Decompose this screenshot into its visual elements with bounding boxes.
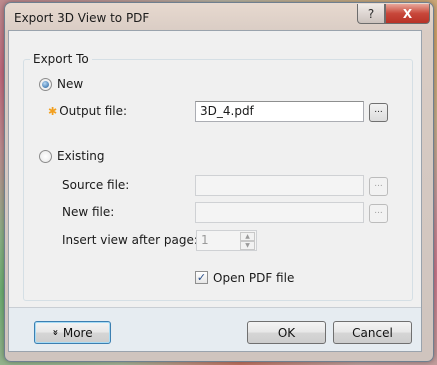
insert-view-value: 1: [201, 233, 209, 247]
existing-radio[interactable]: [39, 149, 52, 163]
output-file-label-row: ✱ Output file:: [48, 104, 127, 118]
cancel-button-label: Cancel: [352, 325, 393, 340]
insert-view-spinbox[interactable]: 1 ▲ ▼: [196, 230, 257, 251]
output-file-label: Output file:: [59, 104, 128, 118]
existing-radio-label: Existing: [57, 149, 105, 163]
more-button-label: More: [62, 325, 93, 340]
checkmark-icon: ✓: [196, 271, 207, 284]
spin-down-icon[interactable]: ▼: [240, 241, 255, 250]
more-button[interactable]: » More: [34, 321, 111, 344]
export-to-group-label: Export To: [30, 52, 92, 66]
open-pdf-checkbox[interactable]: ✓: [195, 271, 208, 284]
new-file-browse-button[interactable]: ...: [369, 204, 388, 223]
title-bar[interactable]: Export 3D View to PDF ? X: [5, 3, 433, 33]
new-file-label: New file:: [62, 205, 115, 219]
new-radio-label: New: [57, 77, 84, 91]
spin-up-icon[interactable]: ▲: [240, 232, 255, 241]
output-file-value: 3D_4.pdf: [200, 104, 254, 118]
help-icon: ?: [367, 6, 375, 21]
source-file-label: Source file:: [62, 178, 130, 192]
existing-radio-option[interactable]: Existing: [39, 149, 105, 163]
source-file-browse-button[interactable]: ...: [369, 177, 388, 196]
new-radio-option[interactable]: New: [39, 77, 83, 91]
double-chevron-down-icon: »: [50, 329, 62, 336]
asterisk-icon: ✱: [48, 104, 58, 118]
ok-button[interactable]: OK: [247, 321, 326, 344]
new-radio[interactable]: [39, 77, 52, 91]
new-file-input[interactable]: [195, 202, 364, 223]
window-title: Export 3D View to PDF: [14, 11, 150, 25]
output-file-browse-button[interactable]: ...: [369, 103, 388, 122]
help-button[interactable]: ?: [357, 4, 385, 24]
insert-view-label: Insert view after page:: [62, 233, 198, 247]
close-icon: X: [402, 6, 413, 21]
open-pdf-label: Open PDF file: [213, 271, 295, 285]
output-file-input[interactable]: 3D_4.pdf: [195, 101, 364, 122]
source-file-input[interactable]: [195, 175, 364, 196]
cancel-button[interactable]: Cancel: [333, 321, 412, 344]
radio-dot-icon: [42, 80, 49, 88]
close-button[interactable]: X: [385, 4, 430, 24]
ok-button-label: OK: [277, 325, 296, 340]
